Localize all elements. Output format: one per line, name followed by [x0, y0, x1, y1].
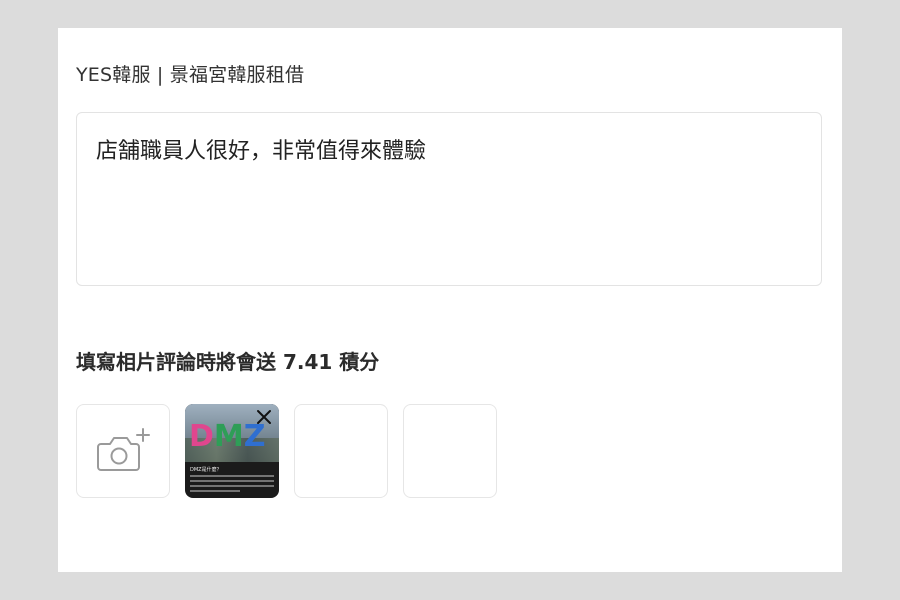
uploaded-photo-thumbnail[interactable]: D M Z DMZ是什麼？: [185, 404, 279, 498]
review-text-input[interactable]: 店舗職員人很好，非常值得來體驗: [76, 112, 822, 286]
photo-caption: DMZ是什麼？: [190, 467, 222, 473]
dmz-sign: D M Z: [189, 422, 266, 452]
product-title: YES韓服 | 景福宮韓服租借: [76, 64, 305, 86]
photo-text-lines: [190, 475, 274, 495]
camera-plus-icon: [97, 428, 150, 471]
empty-photo-slot[interactable]: [403, 404, 497, 498]
photo-upload-row: D M Z DMZ是什麼？: [76, 404, 497, 498]
review-form-card: YES韓服 | 景福宮韓服租借 店舗職員人很好，非常值得來體驗 填寫相片評論時將…: [58, 28, 842, 572]
empty-photo-slot[interactable]: [294, 404, 388, 498]
photo-review-bonus-text: 填寫相片評論時將會送 7.41 積分: [76, 350, 380, 374]
close-icon[interactable]: [255, 408, 273, 426]
dmz-letter-m: M: [213, 419, 244, 454]
dmz-letter-z: Z: [243, 419, 266, 454]
add-photo-button[interactable]: [76, 404, 170, 498]
dmz-letter-d: D: [189, 419, 214, 454]
